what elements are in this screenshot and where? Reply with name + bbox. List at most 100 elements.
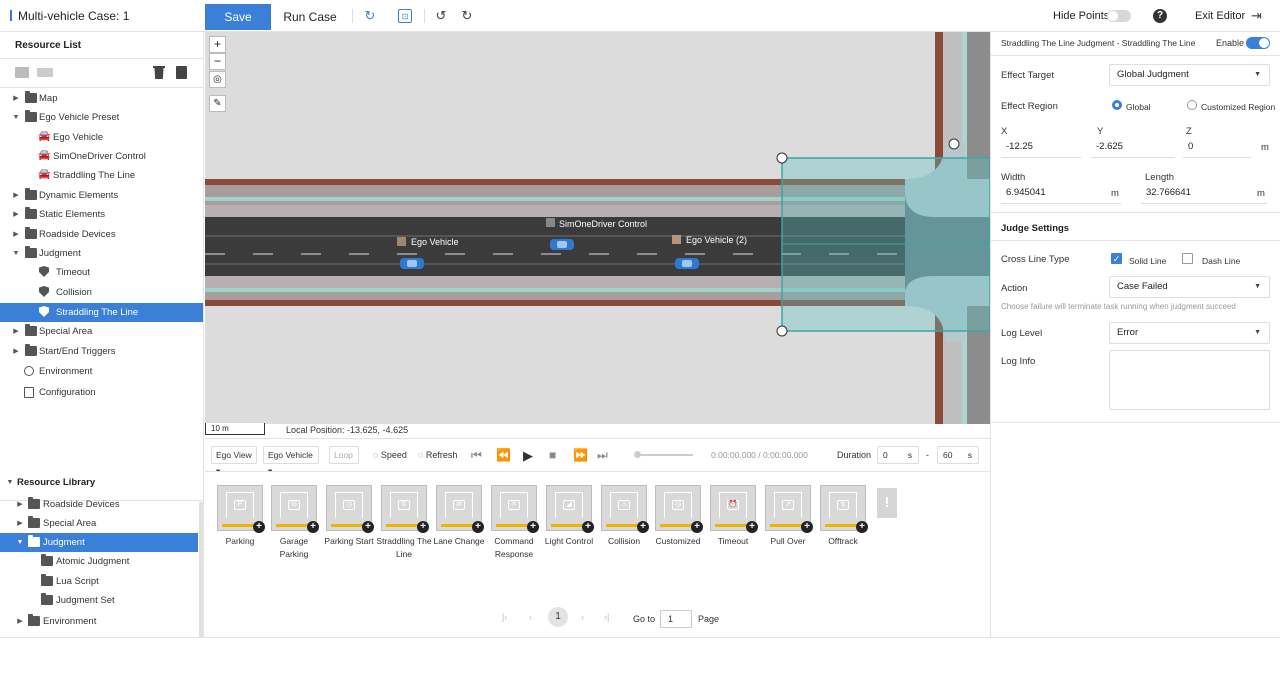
view-select[interactable]: Ego View ▾ [211, 446, 257, 476]
library-item-roadside-devices[interactable]: ▶ Roadside Devices [0, 495, 203, 514]
tree-item-special-area[interactable]: ▶ Special Area [0, 322, 203, 341]
dash-line-checkbox[interactable] [1182, 253, 1193, 264]
prev-page-icon[interactable]: ‹ [529, 612, 532, 622]
current-page[interactable]: 1 [548, 607, 568, 627]
tree-item-ego-vehicle[interactable]: 🚘 Ego Vehicle [0, 128, 203, 147]
stop-icon[interactable]: ■ [549, 448, 556, 462]
zoom-out-button[interactable]: − [209, 53, 226, 70]
solid-line-checkbox[interactable]: ✓ [1111, 253, 1122, 264]
tree-item-dynamic-elements[interactable]: ▶ Dynamic Elements [0, 186, 203, 205]
judgment-card[interactable]: ◷ + [326, 485, 374, 533]
tree-item-environment[interactable]: Environment [0, 362, 203, 381]
judgment-card[interactable]: ⊟ + [271, 485, 319, 533]
tree-item-map[interactable]: ▶ Map [0, 89, 203, 108]
library-item-lua-script[interactable]: Lua Script [0, 572, 203, 591]
add-card-icon[interactable]: + [801, 521, 813, 533]
judgment-card[interactable]: ⚠ + [601, 485, 649, 533]
play-icon[interactable]: ▶ [523, 448, 533, 464]
y-input[interactable]: -2.625 [1091, 136, 1175, 158]
more-cards-icon[interactable]: ! [877, 488, 897, 518]
judgment-card[interactable]: ⇅ + [381, 485, 429, 533]
exit-editor-button[interactable]: Exit Editor [1195, 10, 1245, 22]
region-custom-radio[interactable] [1187, 100, 1197, 110]
add-item-icon[interactable] [37, 68, 53, 77]
add-card-icon[interactable]: + [856, 521, 868, 533]
judgment-card[interactable]: ◷ + [655, 485, 703, 533]
speed-button[interactable]: ◌ Speed [373, 450, 407, 460]
add-card-icon[interactable]: + [253, 521, 265, 533]
fast-forward-icon[interactable]: ⏭ [597, 448, 608, 463]
tree-item-roadside-devices[interactable]: ▶ Roadside Devices [0, 225, 203, 244]
refresh-button[interactable]: ◌ Refresh [418, 450, 457, 460]
add-card-icon[interactable]: + [307, 521, 319, 533]
enable-toggle[interactable] [1246, 37, 1270, 49]
judgment-card[interactable]: ◢ + [546, 485, 594, 533]
tree-item-simonedriver-control[interactable]: 🚘 SimOneDriver Control [0, 147, 203, 166]
next-page-icon[interactable]: › [581, 612, 584, 622]
duration-end-input[interactable]: 60 s [937, 446, 979, 464]
width-input[interactable]: 6.945041 [1001, 182, 1121, 204]
add-card-icon[interactable]: + [746, 521, 758, 533]
tree-item-configuration[interactable]: Configuration [0, 383, 203, 402]
add-folder-icon[interactable] [15, 67, 29, 78]
step-forward-icon[interactable]: ⏩ [573, 448, 588, 462]
progress-handle[interactable] [634, 451, 641, 458]
zoom-in-button[interactable]: + [209, 36, 226, 53]
loop-button[interactable]: Loop [329, 446, 359, 464]
add-card-icon[interactable]: + [362, 521, 374, 533]
action-select[interactable]: Case Failed [1109, 276, 1270, 298]
vehicle-select[interactable]: Ego Vehicle ▾ [263, 446, 319, 476]
library-item-special-area[interactable]: ▶ Special Area [0, 514, 203, 533]
copy-icon[interactable] [176, 66, 187, 79]
undo-icon[interactable]: ↺ [434, 9, 448, 23]
add-card-icon[interactable]: + [637, 521, 649, 533]
duration-start-input[interactable]: 0s [877, 446, 919, 464]
library-scrollbar[interactable] [199, 502, 203, 638]
help-icon[interactable]: ? [1153, 9, 1167, 23]
judgment-card[interactable]: ⇄ + [436, 485, 484, 533]
delete-icon[interactable] [153, 66, 165, 79]
library-item-judgment[interactable]: ▼ Judgment [0, 533, 198, 552]
vehicle-label-ego-2[interactable]: Ego Vehicle (2) [686, 235, 747, 245]
log-info-textarea[interactable] [1109, 350, 1270, 410]
last-page-icon[interactable]: ›| [604, 612, 609, 622]
tree-item-static-elements[interactable]: ▶ Static Elements [0, 205, 203, 224]
rewind-icon[interactable]: ⏮ [471, 448, 482, 463]
tree-item-straddling-the-line-judgment[interactable]: Straddling The Line [0, 303, 203, 322]
add-card-icon[interactable]: + [527, 521, 539, 533]
vehicle-label-simonedriver[interactable]: SimOneDriver Control [559, 219, 647, 229]
length-input[interactable]: 32.766641 [1141, 182, 1267, 204]
step-back-icon[interactable]: ⏪ [496, 448, 511, 462]
vehicle-label-ego[interactable]: Ego Vehicle [411, 237, 459, 247]
add-card-icon[interactable]: + [417, 521, 429, 533]
exit-icon[interactable]: ⇥ [1251, 8, 1262, 24]
run-case-button[interactable]: Run Case [276, 4, 344, 30]
redo-icon[interactable]: ↻ [460, 9, 474, 23]
add-card-icon[interactable]: + [582, 521, 594, 533]
log-level-select[interactable]: Error [1109, 322, 1270, 344]
resource-library-header[interactable]: ▼ Resource Library [0, 473, 203, 492]
ruler-icon[interactable]: ✎ [209, 95, 226, 112]
library-item-atomic-judgment[interactable]: Atomic Judgment [0, 552, 203, 571]
goto-input[interactable]: 1 [660, 610, 692, 628]
tree-item-ego-vehicle-preset[interactable]: ▼ Ego Vehicle Preset [0, 108, 203, 127]
judgment-card[interactable]: ✕ + [491, 485, 539, 533]
locate-icon[interactable]: ◎ [209, 71, 226, 88]
z-input[interactable]: 0 [1183, 136, 1251, 158]
tree-item-timeout[interactable]: Timeout [0, 263, 203, 282]
progress-slider[interactable] [635, 454, 693, 456]
judgment-card[interactable]: ↗ + [765, 485, 813, 533]
judgment-card[interactable]: ↯ + [820, 485, 868, 533]
map-canvas[interactable]: Ego Vehicle SimOneDriver Control Ego Veh… [205, 32, 990, 424]
judgment-card[interactable]: ⏰ + [710, 485, 758, 533]
library-item-environment[interactable]: ▶ Environment [0, 612, 203, 631]
hide-points-toggle[interactable] [1107, 10, 1131, 22]
judgment-card[interactable]: P + [217, 485, 265, 533]
tree-item-collision[interactable]: Collision [0, 283, 203, 302]
first-page-icon[interactable]: |‹ [502, 612, 507, 622]
add-card-icon[interactable]: + [472, 521, 484, 533]
x-input[interactable]: -12.25 [1001, 136, 1081, 158]
library-item-judgment-set[interactable]: Judgment Set [0, 591, 203, 610]
tree-item-judgment[interactable]: ▼ Judgment [0, 244, 203, 263]
effect-target-select[interactable]: Global Judgment [1109, 64, 1270, 86]
